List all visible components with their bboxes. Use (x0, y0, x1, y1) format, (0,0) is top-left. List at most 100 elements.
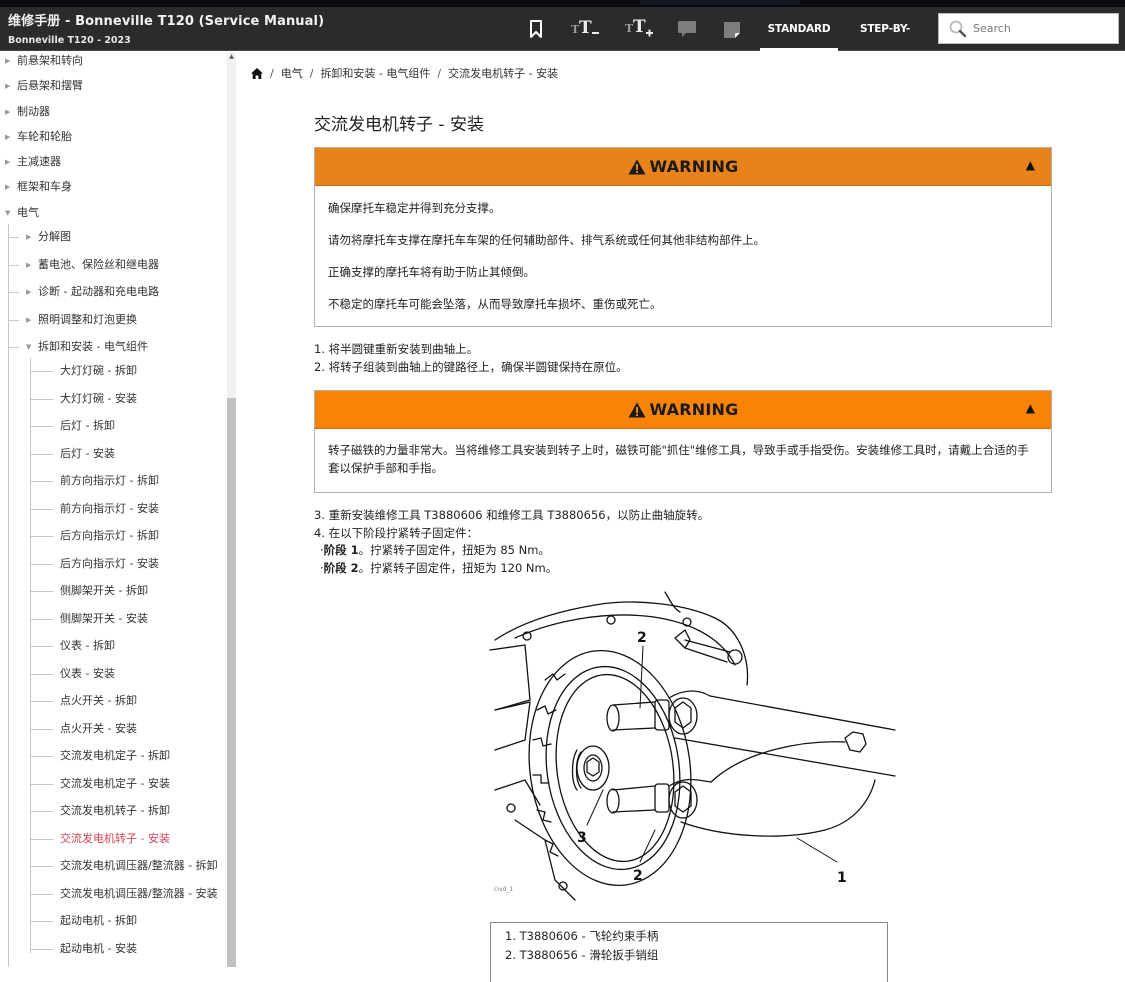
home-icon[interactable] (251, 67, 263, 79)
toc-item-label: 框架和车身 (17, 180, 72, 193)
toc-leaf-item[interactable]: 大灯灯碗 - 安装 (60, 391, 137, 407)
tree-line (31, 426, 53, 427)
os-top-strip (0, 0, 1125, 7)
toc-leaf-item[interactable]: 后灯 - 拆卸 (60, 418, 115, 434)
warning-text: 正确支撑的摩托车将有助于防止其倾倒。 (328, 265, 535, 279)
note-icon[interactable] (722, 19, 742, 41)
toc-leaf-item[interactable]: 交流发电机调压器/整流器 - 拆卸 (60, 858, 218, 874)
toc-item[interactable]: ▶ 诊断 - 起动器和充电电路 (26, 284, 159, 300)
breadcrumb-separator: / (270, 66, 274, 80)
toc-item-label: 拆卸和安装 - 电气组件 (38, 340, 148, 353)
toc-item[interactable]: ▼ 拆卸和安装 - 电气组件 (26, 339, 148, 355)
expand-arrow-icon: ▶ (5, 108, 11, 116)
tree-line (31, 673, 53, 675)
toc-leaf-item[interactable]: 仪表 - 拆卸 (60, 638, 115, 654)
toc-leaf-item[interactable]: 后方向指示灯 - 安装 (60, 556, 159, 572)
rotor-installation-illustration: 2 2 3 1 (489, 591, 896, 901)
toc-leaf-item[interactable]: 起动电机 - 拆卸 (60, 913, 137, 929)
warning-title: WARNING (628, 157, 739, 176)
comment-icon[interactable] (676, 18, 698, 40)
stage-label: 阶段 2 (323, 560, 359, 575)
toc-leaf-item[interactable]: 后灯 - 安装 (60, 446, 115, 462)
toc-sidebar: ▶ 前悬架和转向 ▶ 后悬架和摆臂 ▶ 制动器 ▶ 车轮和轮胎 ▶ 主减速器 ▶ 框架和车身… (0, 52, 237, 967)
callout-label: 2 (633, 868, 643, 884)
tree-line (31, 756, 53, 757)
mode-standard-tab[interactable]: STANDARD (760, 7, 838, 51)
warning-text: 不稳定的摩托车可能会坠落，从而导致摩托车损坏、重伤或死亡。 (328, 297, 662, 311)
tree-line (31, 563, 53, 565)
tree-line (31, 591, 53, 592)
toc-item[interactable]: ▶ 蓄电池、保险丝和继电器 (26, 257, 159, 273)
expand-arrow-icon: ▶ (5, 82, 11, 90)
toc-item[interactable]: ▶ 框架和车身 (5, 179, 72, 195)
tree-line (8, 224, 9, 967)
warning-header[interactable]: WARNING ▲ (315, 391, 1051, 429)
decrease-text-size-icon[interactable]: TT (570, 16, 606, 38)
toc-leaf-item[interactable]: 前方向指示灯 - 拆卸 (60, 473, 159, 489)
collapse-arrow-icon: ▼ (26, 343, 32, 351)
search-input[interactable] (973, 22, 1113, 35)
warning-triangle-icon (628, 402, 646, 417)
search-box[interactable] (938, 13, 1119, 44)
sidebar-scrollbar-thumb[interactable] (227, 398, 236, 967)
tree-line (8, 237, 19, 238)
toc-item-electrical[interactable]: ▼ 电气 (5, 205, 39, 221)
figure-legend: 1. T3880606 - 飞轮约束手柄 2. T3880656 - 滑轮扳手销… (490, 922, 888, 982)
toc-leaf-item[interactable]: 交流发电机定子 - 拆卸 (60, 748, 170, 764)
warning-text: 确保摩托车稳定并得到充分支撑。 (328, 201, 501, 215)
tree-line (31, 536, 53, 537)
svg-text:T: T (579, 18, 592, 36)
step-item: 4. 在以下阶段拧紧转子固定件： (314, 525, 479, 540)
substep-item: ·阶段 2。拧紧转子固定件，扭矩为 120 Nm。 (314, 560, 709, 578)
toc-leaf-item[interactable]: 侧脚架开关 - 安装 (60, 611, 148, 627)
mode-step-by-step-tab[interactable]: STEP-BY-STEP (846, 7, 924, 79)
toc-leaf-item[interactable]: 大灯灯碗 - 拆卸 (60, 363, 137, 379)
toc-leaf-item[interactable]: 交流发电机定子 - 安装 (60, 776, 170, 792)
toc-leaf-item[interactable]: 侧脚架开关 - 拆卸 (60, 583, 148, 599)
step-item: 1. 将半圆键重新安装到曲轴上。 (314, 342, 479, 356)
bookmark-icon[interactable] (527, 18, 545, 40)
callout-label: 3 (577, 830, 587, 846)
toc-item[interactable]: ▶ 车轮和轮胎 (5, 129, 72, 145)
tree-line (31, 893, 53, 895)
toc-item[interactable]: ▶ 前悬架和转向 (5, 53, 83, 69)
toc-leaf-item[interactable]: 仪表 - 安装 (60, 666, 115, 682)
toc-item[interactable]: ▶ 照明调整和灯泡更换 (26, 312, 137, 328)
expand-arrow-icon: ▶ (5, 183, 11, 191)
increase-text-size-icon[interactable]: TT (624, 16, 660, 38)
toc-leaf-item[interactable]: 前方向指示灯 - 安装 (60, 501, 159, 517)
breadcrumb-electrical[interactable]: 电气 (281, 65, 303, 81)
tree-line (31, 728, 53, 730)
legend-item: 2. T3880656 - 滑轮扳手销组 (505, 948, 659, 962)
warning-text: 请勿将摩托车支撑在摩托车车架的任何辅助部件、排气系统或任何其他非结构部件上。 (328, 233, 765, 247)
page-title: 交流发电机转子 - 安装 (314, 115, 484, 135)
stage-label: 阶段 1 (323, 543, 359, 557)
toc-leaf-item[interactable]: 交流发电机转子 - 拆卸 (60, 803, 170, 819)
toc-item[interactable]: ▶ 后悬架和摆臂 (5, 78, 83, 94)
toc-leaf-item[interactable]: 后方向指示灯 - 拆卸 (60, 528, 159, 544)
legend-item: 1. T3880606 - 飞轮约束手柄 (505, 929, 659, 943)
breadcrumb-removal-installation[interactable]: 拆卸和安装 - 电气组件 (320, 65, 430, 81)
toc-leaf-item[interactable]: 交流发电机调压器/整流器 - 安装 (60, 886, 218, 902)
callout-label: 1 (837, 870, 847, 886)
breadcrumb-current-page[interactable]: 交流发电机转子 - 安装 (448, 65, 558, 81)
toc-item-label: 电气 (17, 206, 39, 219)
warning-title: WARNING (628, 400, 739, 419)
toc-leaf-item[interactable]: 点火开关 - 拆卸 (60, 693, 137, 709)
toc-item-label: 蓄电池、保险丝和继电器 (38, 258, 159, 271)
toc-item[interactable]: ▶ 制动器 (5, 104, 50, 120)
toc-leaf-item[interactable]: 起动电机 - 安装 (60, 941, 137, 957)
toc-leaf-item[interactable]: 点火开关 - 安装 (60, 721, 137, 737)
warning-header[interactable]: WARNING ▲ (315, 148, 1051, 186)
tree-line (31, 481, 53, 482)
tree-line (31, 398, 53, 400)
toc-item-label: 后悬架和摆臂 (17, 79, 83, 92)
tree-line (31, 948, 53, 950)
scroll-up-arrow-icon[interactable]: ▲ (228, 54, 235, 60)
toc-item[interactable]: ▶ 主减速器 (5, 154, 61, 170)
toc-leaf-item-active[interactable]: 交流发电机转子 - 安装 (60, 831, 170, 847)
toc-item[interactable]: ▶ 分解图 (26, 229, 71, 245)
collapse-chevron-icon[interactable]: ▲ (1026, 401, 1035, 415)
collapse-chevron-icon[interactable]: ▲ (1026, 158, 1035, 172)
tree-line (31, 921, 53, 922)
